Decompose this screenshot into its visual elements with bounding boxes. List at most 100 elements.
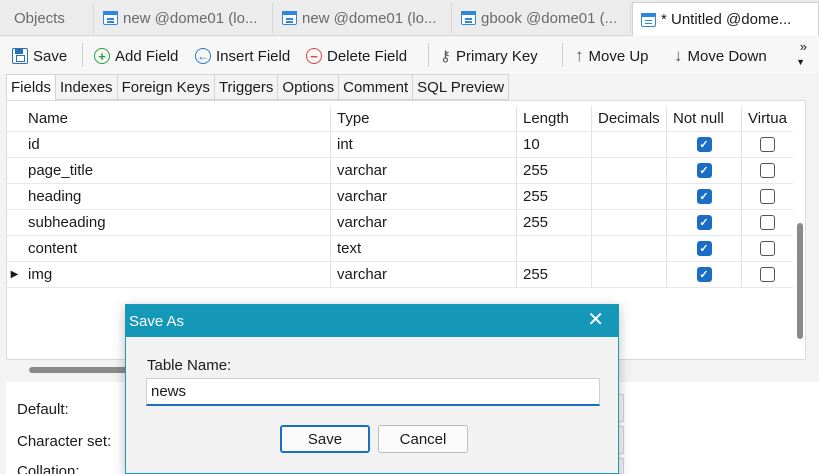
- tab-new-dome01-1[interactable]: new @dome01 (lo...: [95, 3, 273, 33]
- tab-options[interactable]: Options: [278, 74, 340, 100]
- table-icon: [282, 11, 297, 25]
- tab-new-dome01-2[interactable]: new @dome01 (lo...: [274, 3, 452, 33]
- chevron-down-icon: ▼: [796, 57, 805, 67]
- virtual-checkbox[interactable]: [760, 215, 775, 230]
- tab-label: new @dome01 (lo...: [302, 9, 437, 27]
- not-null-checkbox[interactable]: ✓: [696, 189, 712, 204]
- insert-field-button[interactable]: ← Insert Field: [195, 44, 290, 68]
- column-header-name[interactable]: Name: [22, 106, 331, 132]
- table-row[interactable]: ▶ img varchar 255 ✓: [7, 262, 793, 288]
- tab-triggers[interactable]: Triggers: [214, 74, 279, 100]
- field-length-cell[interactable]: [517, 236, 592, 262]
- table-row[interactable]: content text ✓: [7, 236, 793, 262]
- field-type-cell[interactable]: varchar: [331, 184, 517, 210]
- character-set-label: Character set:: [17, 433, 112, 450]
- field-type-cell[interactable]: int: [331, 132, 517, 158]
- tab-indexes[interactable]: Indexes: [56, 74, 118, 100]
- table-icon: [461, 11, 476, 25]
- cancel-button[interactable]: Cancel: [378, 425, 468, 453]
- field-type-cell[interactable]: varchar: [331, 210, 517, 236]
- tab-objects[interactable]: Objects: [6, 3, 94, 33]
- field-name-cell[interactable]: subheading: [22, 210, 331, 236]
- tab-fields[interactable]: Fields: [6, 74, 57, 101]
- close-icon[interactable]: ✕: [587, 309, 604, 331]
- column-header-type[interactable]: Type: [331, 106, 517, 132]
- virtual-checkbox[interactable]: [760, 163, 775, 178]
- save-dialog-button[interactable]: Save: [280, 425, 370, 453]
- table-row[interactable]: subheading varchar 255 ✓: [7, 210, 793, 236]
- primary-key-button[interactable]: ⚷ Primary Key: [440, 44, 538, 68]
- virtual-checkbox[interactable]: [760, 267, 775, 282]
- vertical-scrollbar[interactable]: [797, 223, 803, 339]
- tab-foreign-keys[interactable]: Foreign Keys: [117, 74, 215, 100]
- table-name-label: Table Name:: [147, 357, 232, 374]
- virtual-checkbox[interactable]: [760, 189, 775, 204]
- column-header-decimals[interactable]: Decimals: [592, 106, 667, 132]
- field-length-cell[interactable]: 255: [517, 210, 592, 236]
- grid-header: Name Type Length Decimals Not null Virtu…: [7, 106, 793, 132]
- row-marker: [7, 236, 22, 262]
- field-name-cell[interactable]: img: [22, 262, 331, 288]
- field-length-cell[interactable]: 255: [517, 262, 592, 288]
- field-type-cell[interactable]: varchar: [331, 262, 517, 288]
- field-decimals-cell[interactable]: [592, 210, 667, 236]
- table-icon: [103, 11, 118, 25]
- field-name-cell[interactable]: id: [22, 132, 331, 158]
- designer-tabs: Fields Indexes Foreign Keys Triggers Opt…: [6, 74, 510, 101]
- table-row[interactable]: heading varchar 255 ✓: [7, 184, 793, 210]
- not-null-cell: ✓: [667, 158, 742, 184]
- save-label: Save: [33, 47, 68, 65]
- field-type-cell[interactable]: varchar: [331, 158, 517, 184]
- field-decimals-cell[interactable]: [592, 262, 667, 288]
- tab-label: new @dome01 (lo...: [123, 9, 258, 27]
- not-null-checkbox[interactable]: ✓: [696, 215, 712, 230]
- insert-field-label: Insert Field: [216, 47, 291, 65]
- move-down-button[interactable]: ↓ Move Down: [674, 44, 767, 68]
- field-length-cell[interactable]: 255: [517, 158, 592, 184]
- table-row[interactable]: id int 10 ✓: [7, 132, 793, 158]
- field-type-cell[interactable]: text: [331, 236, 517, 262]
- field-decimals-cell[interactable]: [592, 236, 667, 262]
- toolbar-separator: [428, 43, 429, 67]
- virtual-checkbox[interactable]: [760, 241, 775, 256]
- arrow-up-icon: ↑: [575, 46, 584, 65]
- delete-field-button[interactable]: − Delete Field: [306, 44, 407, 68]
- field-name-cell[interactable]: page_title: [22, 158, 331, 184]
- table-name-input[interactable]: [146, 378, 600, 406]
- field-name-cell[interactable]: content: [22, 236, 331, 262]
- not-null-checkbox[interactable]: ✓: [696, 241, 712, 256]
- field-length-cell[interactable]: 10: [517, 132, 592, 158]
- virtual-cell: [742, 210, 793, 236]
- tab-untitled-dome01[interactable]: * Untitled @dome...: [632, 2, 819, 36]
- column-header-virtual[interactable]: Virtua: [742, 106, 793, 132]
- field-decimals-cell[interactable]: [592, 132, 667, 158]
- not-null-checkbox[interactable]: ✓: [696, 137, 712, 152]
- add-field-label: Add Field: [115, 47, 179, 65]
- field-decimals-cell[interactable]: [592, 184, 667, 210]
- table-row[interactable]: page_title varchar 255 ✓: [7, 158, 793, 184]
- move-down-label: Move Down: [687, 47, 767, 65]
- toolbar-overflow-button[interactable]: »: [800, 40, 807, 53]
- not-null-checkbox[interactable]: ✓: [696, 267, 712, 282]
- virtual-cell: [742, 184, 793, 210]
- table-icon: [641, 12, 656, 27]
- not-null-checkbox[interactable]: ✓: [696, 163, 712, 178]
- primary-key-label: Primary Key: [456, 47, 538, 65]
- virtual-cell: [742, 236, 793, 262]
- tab-sql-preview[interactable]: SQL Preview: [413, 74, 510, 100]
- row-marker-header: [7, 106, 22, 132]
- tab-comment[interactable]: Comment: [339, 74, 414, 100]
- column-header-length[interactable]: Length: [517, 106, 592, 132]
- tab-gbook-dome01[interactable]: gbook @dome01 (...: [453, 3, 631, 33]
- save-icon: [12, 48, 28, 64]
- move-up-button[interactable]: ↑ Move Up: [575, 44, 649, 68]
- add-field-button[interactable]: + Add Field: [94, 44, 178, 68]
- field-length-cell[interactable]: 255: [517, 184, 592, 210]
- field-decimals-cell[interactable]: [592, 158, 667, 184]
- virtual-checkbox[interactable]: [760, 137, 775, 152]
- field-name-cell[interactable]: heading: [22, 184, 331, 210]
- not-null-cell: ✓: [667, 210, 742, 236]
- save-button[interactable]: Save: [12, 44, 67, 68]
- virtual-cell: [742, 132, 793, 158]
- column-header-not-null[interactable]: Not null: [667, 106, 742, 132]
